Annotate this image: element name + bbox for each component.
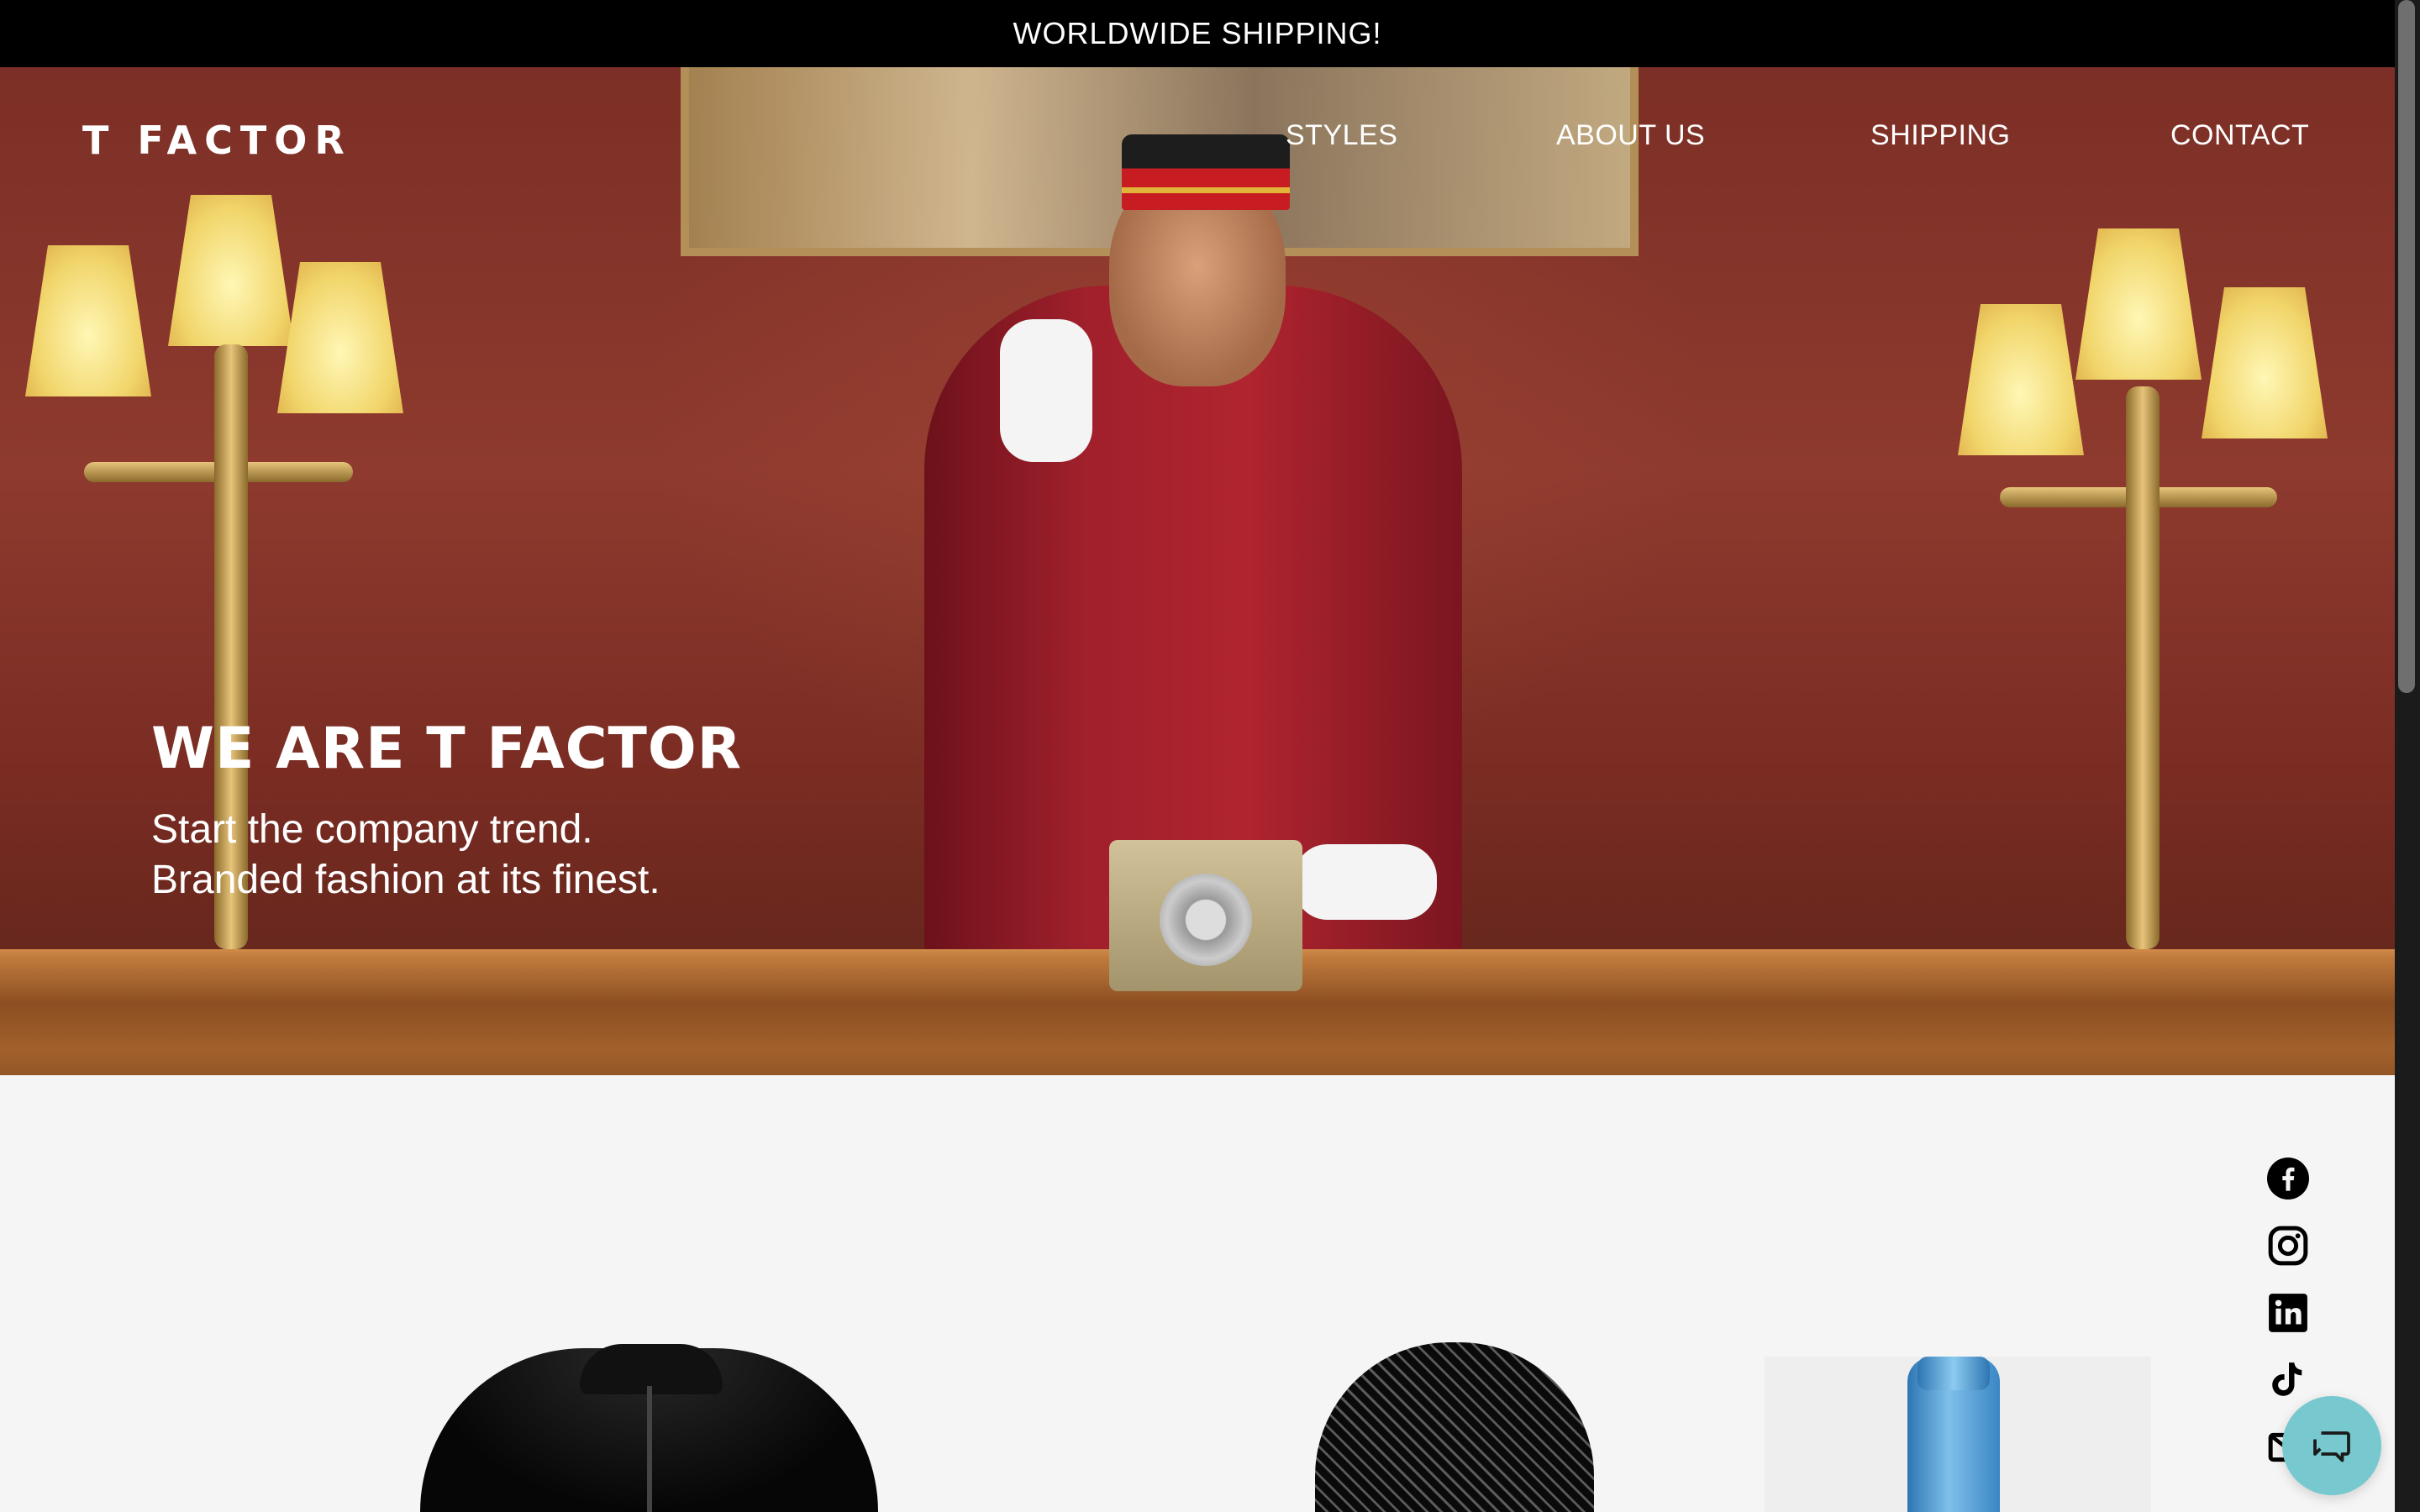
announcement-bar: WORLDWIDE SHIPPING! [0,0,2395,67]
hero-subtitle: Start the company trend. Branded fashion… [151,805,660,906]
left-glove [1000,319,1092,462]
instagram-icon[interactable] [2267,1225,2309,1267]
nav-about-us[interactable]: ABOUT US [1556,119,1705,152]
hero-subtitle-line2: Branded fashion at its finest. [151,858,660,902]
tiktok-icon[interactable] [2267,1359,2309,1401]
jacket-zip [647,1386,652,1512]
site-logo[interactable]: T FACTOR [82,118,352,163]
nav-shipping[interactable]: SHIPPING [1870,119,2010,152]
bottle-cap [1918,1357,1990,1390]
chat-icon [2313,1431,2350,1462]
linkedin-icon[interactable] [2267,1292,2309,1334]
chat-button[interactable] [2282,1396,2381,1495]
nav-contact[interactable]: CONTACT [2170,119,2309,152]
nav-styles[interactable]: STYLES [1286,119,1397,152]
hero-subtitle-line1: Start the company trend. [151,807,593,852]
phone-dial [1160,874,1252,966]
scrollbar-thumb[interactable] [2398,0,2415,693]
announcement-text: WORLDWIDE SHIPPING! [1013,16,1382,50]
product-cap-image[interactable] [1315,1342,1594,1512]
hero-banner [0,67,2395,1075]
hero-title: WE ARE T FACTOR [151,716,743,782]
facebook-icon[interactable] [2267,1158,2309,1200]
right-glove [1294,844,1437,920]
bellman-cap [1122,134,1290,210]
